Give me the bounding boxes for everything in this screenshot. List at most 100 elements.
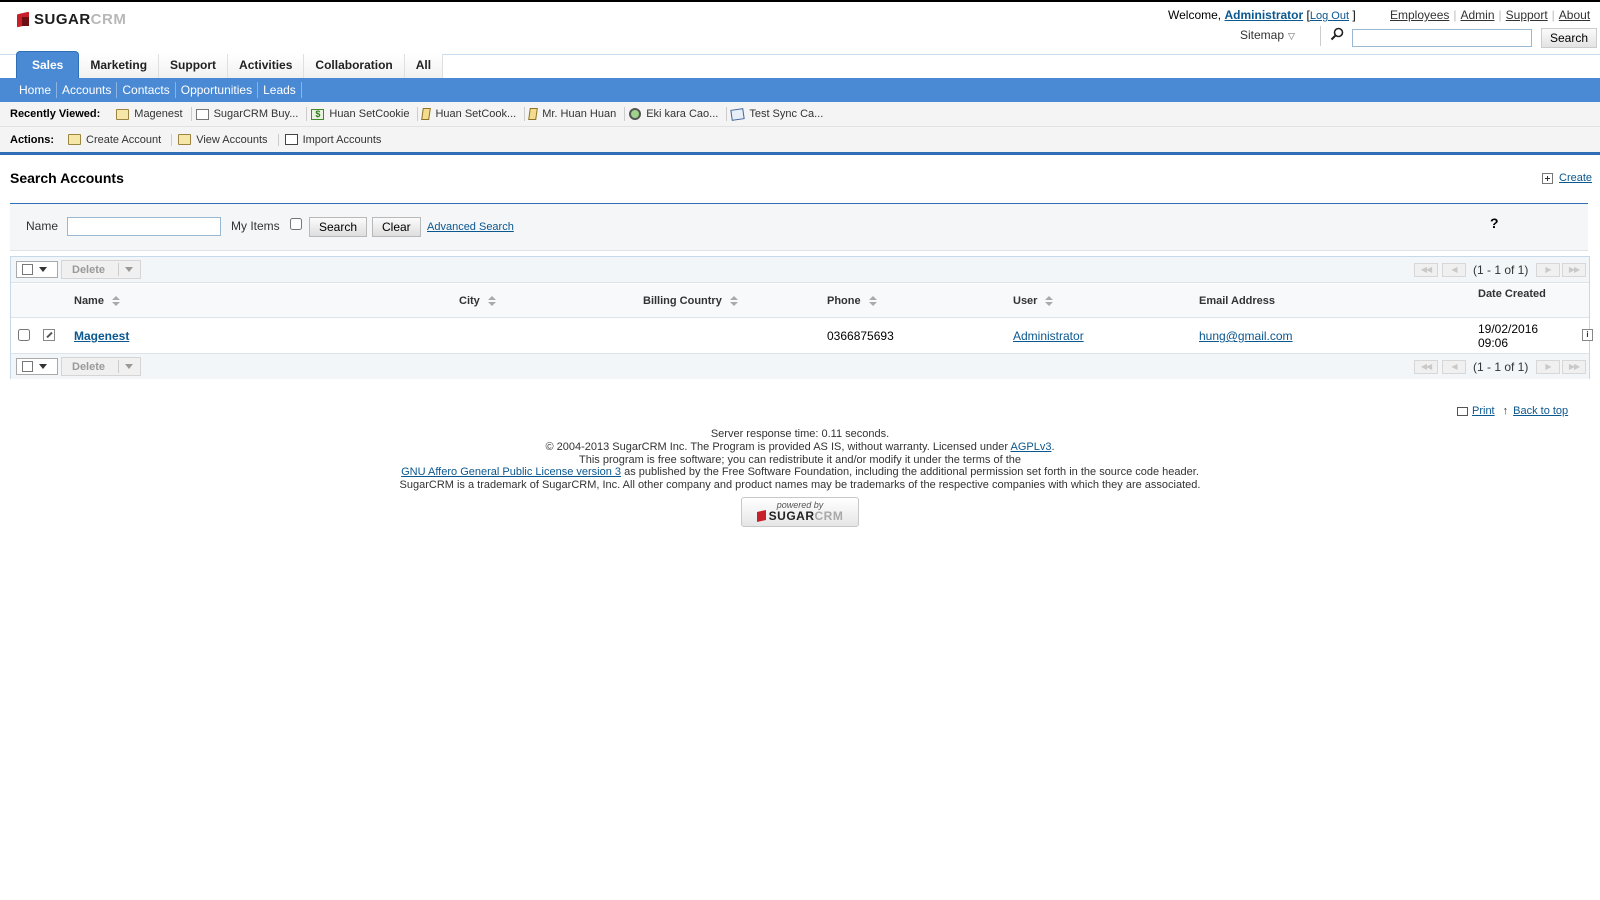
global-search-button[interactable]: Search xyxy=(1541,28,1597,48)
divider xyxy=(118,263,119,276)
row-checkbox[interactable] xyxy=(18,329,30,341)
separator: | xyxy=(1498,8,1502,22)
assigned-user-link[interactable]: Administrator xyxy=(1013,329,1084,343)
advanced-search-link[interactable]: Advanced Search xyxy=(427,221,514,233)
select-all-dropdown[interactable] xyxy=(16,358,58,375)
create-account-action[interactable]: Create Account xyxy=(68,133,173,146)
tab-marketing[interactable]: Marketing xyxy=(79,54,160,78)
sugarcrm-logo[interactable]: SUGAR CRM xyxy=(16,10,126,28)
divider xyxy=(118,360,119,373)
column-label: Date Created xyxy=(1478,288,1546,300)
delete-button[interactable]: Delete xyxy=(61,357,141,376)
recent-item[interactable]: SugarCRM Buy... xyxy=(192,107,308,121)
select-all-dropdown[interactable] xyxy=(16,261,58,278)
logout-link[interactable]: Log Out xyxy=(1310,10,1349,22)
header-divider xyxy=(0,152,1600,155)
recent-item[interactable]: $ Huan SetCookie xyxy=(307,107,419,121)
column-header-date-created[interactable]: Date Created xyxy=(1478,288,1546,300)
search-icon[interactable] xyxy=(1330,27,1344,41)
account-name-link[interactable]: Magenest xyxy=(74,329,129,343)
print-link[interactable]: Print xyxy=(1472,405,1495,417)
last-page-icon[interactable]: ▶▶ xyxy=(1562,263,1586,277)
next-page-icon[interactable]: ▶ xyxy=(1536,360,1560,374)
sort-icon xyxy=(111,296,120,306)
back-to-top-link[interactable]: Back to top xyxy=(1513,405,1568,417)
email-link[interactable]: hung@gmail.com xyxy=(1199,329,1293,343)
view-accounts-action[interactable]: View Accounts xyxy=(178,133,279,146)
next-page-icon[interactable]: ▶ xyxy=(1536,263,1560,277)
recent-item[interactable]: Huan SetCook... xyxy=(418,107,526,121)
tab-sales[interactable]: Sales xyxy=(16,51,80,78)
last-page-icon[interactable]: ▶▶ xyxy=(1562,360,1586,374)
tab-activities[interactable]: Activities xyxy=(228,54,305,78)
recent-item[interactable]: Test Sync Ca... xyxy=(727,107,831,121)
about-link[interactable]: About xyxy=(1559,8,1590,22)
separator: | xyxy=(1551,8,1555,22)
arrow-up-icon: ↑ xyxy=(1502,405,1509,417)
support-link[interactable]: Support xyxy=(1506,8,1548,22)
edit-icon[interactable] xyxy=(43,329,55,341)
logo-crm-text: CRM xyxy=(90,10,127,28)
column-header-name[interactable]: Name xyxy=(74,295,120,307)
chevron-down-icon xyxy=(39,267,47,272)
global-search-input[interactable] xyxy=(1352,29,1532,47)
first-page-icon[interactable]: ◀◀ xyxy=(1414,360,1438,374)
my-items-checkbox[interactable] xyxy=(290,218,302,230)
search-button[interactable]: Search xyxy=(309,217,368,237)
logo-cube-icon xyxy=(16,12,30,27)
column-header-city[interactable]: City xyxy=(459,295,496,307)
previous-page-icon[interactable]: ◀ xyxy=(1442,263,1466,277)
delete-label: Delete xyxy=(72,263,106,276)
select-all-checkbox[interactable] xyxy=(22,361,33,372)
table-row: Magenest 0366875693 Administrator hung@g… xyxy=(11,319,1593,353)
subnav-home[interactable]: Home xyxy=(14,82,58,98)
subnav-contacts[interactable]: Contacts xyxy=(117,82,176,98)
first-page-icon[interactable]: ◀◀ xyxy=(1414,263,1438,277)
tab-support[interactable]: Support xyxy=(159,54,229,78)
subnav-opportunities[interactable]: Opportunities xyxy=(176,82,259,98)
info-icon[interactable]: i xyxy=(1582,329,1593,341)
create-link[interactable]: Create xyxy=(1542,172,1592,184)
chevron-down-icon xyxy=(125,267,133,272)
recent-item-label: Eki kara Cao... xyxy=(646,108,719,120)
delete-button[interactable]: Delete xyxy=(61,260,141,279)
recent-item-label: Huan SetCookie xyxy=(329,108,410,120)
agpl-link[interactable]: AGPLv3 xyxy=(1011,441,1052,453)
sort-icon xyxy=(487,296,496,306)
global-links: Employees | Admin | Support | About xyxy=(1390,8,1590,22)
recent-item[interactable]: Eki kara Cao... xyxy=(625,107,728,121)
clear-button[interactable]: Clear xyxy=(372,217,421,237)
select-all-checkbox[interactable] xyxy=(22,264,33,275)
powered-by-sugarcrm-badge[interactable]: powered by SUGAR CRM xyxy=(741,497,859,527)
gnu-license-link[interactable]: GNU Affero General Public License versio… xyxy=(401,466,621,478)
column-header-user[interactable]: User xyxy=(1013,295,1054,307)
sitemap-dropdown[interactable]: Sitemap ▽ xyxy=(1240,28,1295,42)
date-created-date: 19/02/2016 xyxy=(1478,322,1539,336)
import-accounts-action[interactable]: Import Accounts xyxy=(284,133,392,146)
name-label: Name xyxy=(26,219,59,233)
footer-links: Print ↑ Back to top xyxy=(1457,405,1568,417)
copyright-text: © 2004-2013 SugarCRM Inc. The Program is… xyxy=(545,440,1009,453)
tab-collaboration[interactable]: Collaboration xyxy=(304,54,405,78)
column-label: User xyxy=(1013,295,1038,307)
current-user-link[interactable]: Administrator xyxy=(1224,8,1303,22)
column-header-billing-country[interactable]: Billing Country xyxy=(643,295,738,307)
table-header: Name City Billing Country Phone User Ema… xyxy=(11,284,1589,336)
print-icon xyxy=(1457,406,1468,416)
create-link-label[interactable]: Create xyxy=(1559,172,1592,184)
name-search-input[interactable] xyxy=(67,217,221,236)
recently-viewed-bar: Recently Viewed: Magenest SugarCRM Buy..… xyxy=(0,102,1600,127)
help-icon[interactable]: ? xyxy=(1490,215,1499,231)
recent-item[interactable]: Mr. Huan Huan xyxy=(525,107,626,121)
column-header-phone[interactable]: Phone xyxy=(827,295,877,307)
sitemap-label: Sitemap xyxy=(1240,28,1285,42)
opportunity-money-icon: $ xyxy=(311,108,325,120)
action-label: Import Accounts xyxy=(302,133,382,146)
previous-page-icon[interactable]: ◀ xyxy=(1442,360,1466,374)
employees-link[interactable]: Employees xyxy=(1390,8,1449,22)
tab-all[interactable]: All xyxy=(404,54,444,78)
subnav-accounts[interactable]: Accounts xyxy=(57,82,118,98)
admin-link[interactable]: Admin xyxy=(1461,8,1495,22)
subnav-leads[interactable]: Leads xyxy=(258,82,302,98)
recent-item[interactable]: Magenest xyxy=(112,107,192,121)
